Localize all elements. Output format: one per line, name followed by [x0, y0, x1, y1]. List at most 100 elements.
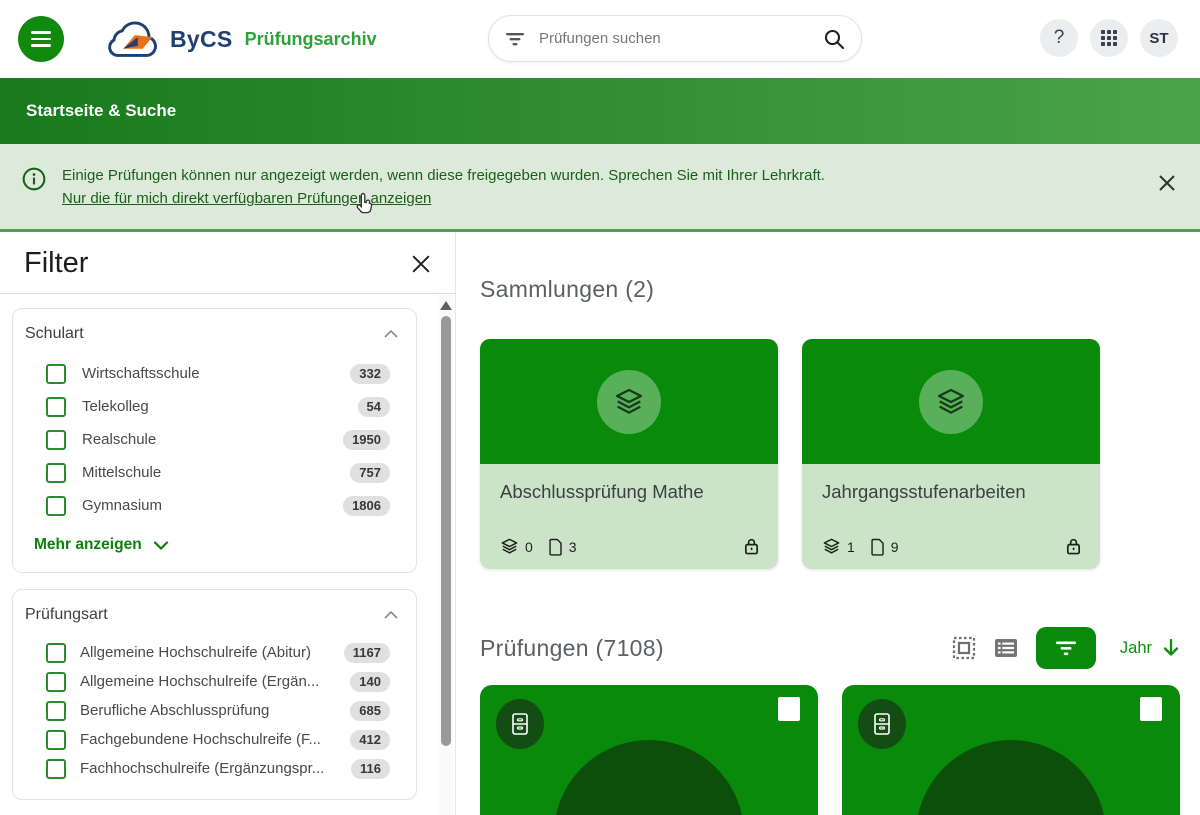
scrollbar-thumb[interactable]	[441, 316, 451, 746]
filter-sort-button[interactable]	[1036, 627, 1096, 669]
exam-card[interactable]	[480, 685, 818, 815]
info-icon	[22, 167, 46, 191]
count-badge: 1167	[344, 643, 390, 663]
filter-section-label: Prüfungsart	[25, 606, 108, 624]
search-button[interactable]	[823, 28, 845, 50]
filter-option[interactable]: Fachhochschulreife (Ergänzungspr... 116	[13, 754, 416, 783]
filter-panel: Filter Schulart Wirtschafts	[0, 232, 456, 815]
layers-icon	[935, 386, 967, 418]
filter-option[interactable]: Allgemeine Hochschulreife (Ergän... 140	[13, 667, 416, 696]
collections-heading: Sammlungen (2)	[480, 276, 1200, 303]
document-icon	[547, 538, 563, 556]
banner-link[interactable]: Nur die für mich direkt verfügbaren Prüf…	[62, 190, 431, 207]
checkbox[interactable]	[46, 672, 66, 692]
collection-card-footer: 0 3	[500, 537, 760, 556]
arrow-down-icon	[1162, 638, 1180, 658]
filter-option[interactable]: Telekolleg 54	[13, 390, 416, 423]
filter-option[interactable]: Realschule 1950	[13, 423, 416, 456]
filter-option[interactable]: Wirtschaftsschule 332	[13, 357, 416, 390]
search-filter-button[interactable]	[505, 32, 525, 46]
search-icon	[823, 28, 845, 50]
filter-lines-icon	[1055, 641, 1077, 656]
help-button[interactable]: ?	[1040, 19, 1078, 57]
checkbox[interactable]	[46, 759, 66, 779]
checkbox[interactable]	[46, 730, 66, 750]
card-view-icon	[952, 636, 976, 660]
exam-type-badge	[496, 699, 544, 749]
archive-icon	[510, 712, 530, 736]
exam-card[interactable]	[842, 685, 1180, 815]
banner-close-button[interactable]	[1158, 174, 1176, 192]
select-checkbox[interactable]	[778, 697, 800, 721]
count-badge: 54	[358, 397, 390, 417]
chevron-up-icon	[384, 330, 398, 338]
count-badge: 116	[351, 759, 390, 779]
filter-section-pruefungsart: Prüfungsart Allgemeine Hochschulreife (A…	[12, 589, 417, 800]
bycs-logo[interactable]: ByCS Prüfungsarchiv	[100, 17, 377, 61]
count-badge: 757	[350, 463, 390, 483]
checkbox[interactable]	[46, 496, 66, 516]
breadcrumb: Startseite & Suche	[26, 101, 176, 121]
bycs-cloud-icon	[100, 17, 162, 61]
app-title: Prüfungsarchiv	[245, 29, 377, 50]
exams-header: Prüfungen (7108)	[480, 627, 1180, 669]
logo-text: ByCS	[170, 26, 233, 53]
layers-icon	[613, 386, 645, 418]
archive-icon	[872, 712, 892, 736]
filter-close-button[interactable]	[411, 254, 431, 274]
search-filter-icon	[505, 32, 525, 46]
hamburger-icon	[31, 38, 51, 41]
filter-section-toggle[interactable]: Schulart	[13, 323, 416, 357]
filter-scrollbar[interactable]	[439, 295, 453, 815]
collection-card-cover	[802, 339, 1100, 464]
layers-icon	[822, 537, 841, 556]
avatar-initials: ST	[1149, 30, 1168, 47]
checkbox[interactable]	[46, 701, 66, 721]
filter-option[interactable]: Fachgebundene Hochschulreife (F... 412	[13, 725, 416, 754]
card-view-button[interactable]	[952, 636, 976, 660]
app-header: ByCS Prüfungsarchiv ?	[0, 0, 1200, 78]
collections-count: 1	[847, 539, 855, 555]
checkbox[interactable]	[46, 397, 66, 417]
header-actions: ? ST	[1040, 19, 1178, 57]
collection-card-body: Jahrgangsstufenarbeiten 1 9	[802, 464, 1100, 569]
main-content: Sammlungen (2) Abschlussprüfung Mathe	[456, 232, 1200, 815]
select-checkbox[interactable]	[1140, 697, 1162, 721]
exam-cards-row	[480, 685, 1200, 815]
documents-count: 9	[891, 539, 899, 555]
count-badge: 140	[350, 672, 390, 692]
apps-grid-button[interactable]	[1090, 19, 1128, 57]
scroll-up-icon[interactable]	[440, 301, 452, 310]
menu-button[interactable]	[18, 16, 64, 62]
filter-scroll-area: Schulart Wirtschaftsschule 332 Telekolle…	[0, 294, 455, 802]
count-badge: 1806	[343, 496, 390, 516]
show-more-link[interactable]: Mehr anzeigen	[34, 536, 416, 554]
filter-header: Filter	[0, 232, 455, 294]
filter-option[interactable]: Berufliche Abschlussprüfung 685	[13, 696, 416, 725]
collection-card[interactable]: Jahrgangsstufenarbeiten 1 9	[802, 339, 1100, 569]
search-bar	[488, 15, 862, 62]
filter-option[interactable]: Mittelschule 757	[13, 456, 416, 489]
collection-icon-circle	[597, 370, 661, 434]
collection-title: Jahrgangsstufenarbeiten	[822, 481, 1080, 503]
breadcrumb-bar: Startseite & Suche	[0, 78, 1200, 144]
filter-option[interactable]: Gymnasium 1806	[13, 489, 416, 522]
lock-icon	[743, 537, 760, 556]
documents-count: 3	[569, 539, 577, 555]
checkbox[interactable]	[46, 364, 66, 384]
sort-by-year[interactable]: Jahr	[1120, 638, 1180, 658]
checkbox[interactable]	[46, 430, 66, 450]
list-view-button[interactable]	[994, 637, 1018, 659]
checkbox[interactable]	[46, 643, 66, 663]
collection-card[interactable]: Abschlussprüfung Mathe 0 3	[480, 339, 778, 569]
banner-text-block: Einige Prüfungen können nur angezeigt we…	[62, 164, 825, 210]
checkbox[interactable]	[46, 463, 66, 483]
filter-option[interactable]: Allgemeine Hochschulreife (Abitur) 1167	[13, 638, 416, 667]
search-input[interactable]	[539, 30, 823, 47]
filter-section-toggle[interactable]: Prüfungsart	[13, 604, 416, 638]
exam-thumbnail-circle	[916, 740, 1106, 815]
filter-section-schulart: Schulart Wirtschaftsschule 332 Telekolle…	[12, 308, 417, 573]
avatar[interactable]: ST	[1140, 19, 1178, 57]
collection-card-footer: 1 9	[822, 537, 1082, 556]
hamburger-icon	[31, 31, 51, 34]
